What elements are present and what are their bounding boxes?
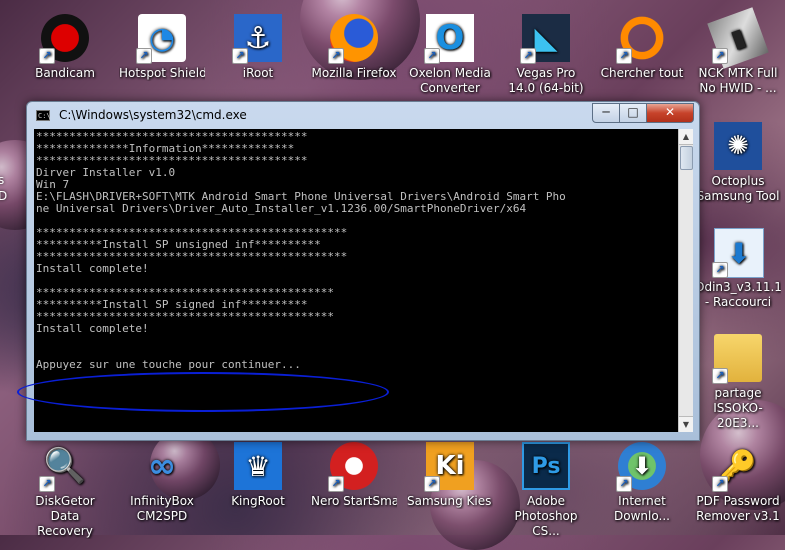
scroll-up-button[interactable]: ▲	[679, 129, 693, 145]
shortcut-arrow-icon: ↗	[136, 48, 152, 64]
left-edge-label: s	[0, 173, 5, 187]
desktop-icon-internet-download[interactable]: ⬇ ↗ Internet Downlo...	[599, 442, 685, 524]
left-edge-label: D	[0, 189, 8, 203]
octoplus-icon: ✺	[714, 122, 762, 170]
samsung-kies-icon: Ki ↗	[424, 442, 474, 492]
vegas-pro-icon: ◣ ↗	[520, 14, 570, 64]
desktop-icon-infinitybox[interactable]: ∞ InfinityBox CM2SPD	[119, 442, 205, 524]
desktop-icon-photoshop[interactable]: Ps Adobe Photoshop CS...	[503, 442, 589, 539]
scroll-down-button[interactable]: ▼	[679, 416, 693, 432]
desktop-icon-label: Samsung Kies 3	[407, 494, 493, 508]
console-output[interactable]: ****************************************…	[34, 129, 678, 432]
desktop-icon-label: KingRoot	[231, 494, 285, 508]
pdf-password-icon: 🔑 ↗	[712, 442, 762, 492]
firefox-icon: ↗	[328, 14, 378, 64]
maximize-button[interactable]: □	[619, 103, 647, 123]
shortcut-arrow-icon: ↗	[712, 262, 728, 278]
minimize-button[interactable]: ─	[592, 103, 620, 123]
desktop-icon-nero[interactable]: ↗ Nero StartSmart	[311, 442, 397, 509]
console-line: Install complete!	[36, 322, 149, 335]
desktop-icon-label: iRoot	[242, 66, 274, 80]
desktop-icon-vegas-pro[interactable]: ◣ ↗ Vegas Pro 14.0 (64-bit)	[503, 14, 589, 96]
console-text: ****************************************…	[34, 129, 678, 407]
nck-mtk-icon: ▮ ↗	[707, 7, 769, 69]
desktop-icon-partage[interactable]: ↗ partage ISSOKO-20E3...	[695, 334, 781, 431]
desktop-icon-odin[interactable]: ⬇ ↗ Odin3_v3.11.1 - Raccourci	[695, 228, 781, 310]
desktop-icon-samsung-kies[interactable]: Ki ↗ Samsung Kies 3	[407, 442, 493, 509]
bandicam-icon: ↗	[39, 14, 89, 64]
desktop-icon-label: NCK MTK Full No HWID - ...	[698, 66, 778, 95]
scroll-thumb[interactable]	[680, 146, 693, 170]
console-line: ne Universal Drivers\Driver_Auto_Install…	[36, 202, 527, 215]
shortcut-arrow-icon: ↗	[328, 48, 344, 64]
desktop-icon-label: Bandicam	[35, 66, 95, 80]
nero-icon: ↗	[328, 442, 378, 492]
cmd-app-icon: C:\	[36, 110, 51, 121]
desktop-icon-octoplus[interactable]: ✺ Octoplus Samsung Tool	[695, 122, 781, 204]
desktop-icon-label: Octoplus Samsung Tool	[696, 174, 780, 203]
shortcut-arrow-icon: ↗	[39, 48, 55, 64]
shortcut-arrow-icon: ↗	[712, 368, 728, 384]
internet-download-icon: ⬇ ↗	[616, 442, 666, 492]
photoshop-icon: Ps	[522, 442, 570, 490]
vertical-scrollbar[interactable]: ▲ ▼	[678, 129, 693, 432]
shortcut-arrow-icon: ↗	[424, 476, 440, 492]
desktop-icon-label: Odin3_v3.11.1 - Raccourci	[695, 280, 781, 309]
oxelon-icon: O ↗	[424, 14, 474, 64]
shortcut-arrow-icon: ↗	[712, 476, 728, 492]
shortcut-arrow-icon: ↗	[712, 48, 728, 64]
desktop-icon-oxelon[interactable]: O ↗ Oxelon Media Converter	[407, 14, 493, 96]
folder-icon: ↗	[712, 334, 762, 384]
desktop-icon-label: DiskGetor Data Recovery	[35, 494, 95, 538]
chercher-tout-icon: ↗	[616, 14, 666, 64]
hotspot-shield-icon: ◔ ↗	[136, 14, 186, 64]
shortcut-arrow-icon: ↗	[328, 476, 344, 492]
title-bar[interactable]: C:\ C:\Windows\system32\cmd.exe ─ □ ✕	[27, 102, 699, 128]
desktop-icon-label: PDF Password Remover v3.1	[696, 494, 780, 523]
desktop-icon-label: InfinityBox CM2SPD	[130, 494, 194, 523]
console-line: Appuyez sur une touche pour continuer...	[36, 358, 301, 371]
desktop-icon-label: Oxelon Media Converter	[409, 66, 491, 95]
close-button[interactable]: ✕	[646, 103, 694, 123]
desktop-icon-label: Nero StartSmart	[311, 494, 397, 508]
cmd-window[interactable]: C:\ C:\Windows\system32\cmd.exe ─ □ ✕ **…	[26, 101, 700, 441]
window-title: C:\Windows\system32\cmd.exe	[59, 108, 247, 122]
desktop-icon-label: partage ISSOKO-20E3...	[713, 386, 763, 430]
desktop-icon-label: Adobe Photoshop CS...	[514, 494, 578, 538]
shortcut-arrow-icon: ↗	[424, 48, 440, 64]
shortcut-arrow-icon: ↗	[232, 48, 248, 64]
desktop-icon-label: Mozilla Firefox	[311, 66, 397, 80]
diskgetor-icon: 🔍 ↗	[39, 442, 89, 492]
desktop-icon-kingroot[interactable]: ♛ KingRoot	[215, 442, 301, 509]
desktop-icon-pdf-password[interactable]: 🔑 ↗ PDF Password Remover v3.1	[695, 442, 781, 524]
odin-icon: ⬇ ↗	[712, 228, 764, 278]
shortcut-arrow-icon: ↗	[616, 48, 632, 64]
desktop-icon-label: Chercher tout	[600, 66, 684, 80]
desktop-icon-firefox[interactable]: ↗ Mozilla Firefox	[311, 14, 397, 81]
shortcut-arrow-icon: ↗	[616, 476, 632, 492]
desktop-icon-bandicam[interactable]: ↗ Bandicam	[22, 14, 108, 81]
desktop-icon-label: Internet Downlo...	[614, 494, 670, 523]
desktop-icon-label: Hotspot Shield	[119, 66, 205, 80]
desktop-icon-hotspot-shield[interactable]: ◔ ↗ Hotspot Shield	[119, 14, 205, 81]
shortcut-arrow-icon: ↗	[520, 48, 536, 64]
desktop-icon-chercher-tout[interactable]: ↗ Chercher tout	[599, 14, 685, 81]
iroot-icon: ⚓ ↗	[232, 14, 282, 64]
kingroot-icon: ♛	[234, 442, 282, 490]
desktop-icon-iroot[interactable]: ⚓ ↗ iRoot	[215, 14, 301, 81]
desktop-icon-label: Vegas Pro 14.0 (64-bit)	[508, 66, 584, 95]
desktop-icon-diskgetor[interactable]: 🔍 ↗ DiskGetor Data Recovery	[22, 442, 108, 539]
shortcut-arrow-icon: ↗	[39, 476, 55, 492]
infinitybox-icon: ∞	[147, 445, 177, 486]
console-line: Install complete!	[36, 262, 149, 275]
desktop-icon-nck-mtk[interactable]: ▮ ↗ NCK MTK Full No HWID - ...	[695, 7, 781, 96]
